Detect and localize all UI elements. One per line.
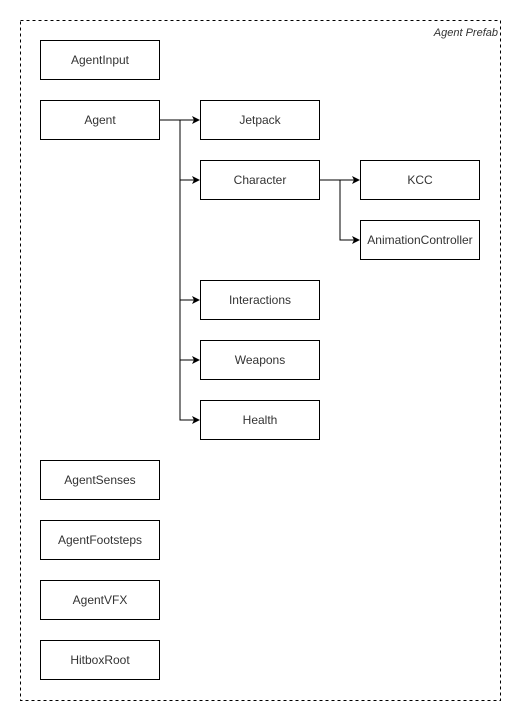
node-interactions[interactable]: Interactions [200, 280, 320, 320]
edge-agent-weapons [179, 300, 200, 364]
node-agent-vfx[interactable]: AgentVFX [40, 580, 160, 620]
node-health[interactable]: Health [200, 400, 320, 440]
node-agent[interactable]: Agent [40, 100, 160, 140]
node-weapons[interactable]: Weapons [200, 340, 320, 380]
node-animation-controller[interactable]: AnimationController [360, 220, 480, 260]
node-character[interactable]: Character [200, 160, 320, 200]
container-label: Agent Prefab [433, 27, 498, 39]
node-agent-footsteps[interactable]: AgentFootsteps [40, 520, 160, 560]
edge-agent-interactions [179, 180, 200, 304]
node-jetpack[interactable]: Jetpack [200, 100, 320, 140]
edge-agent-health [179, 360, 200, 424]
edge-character-animationcontroller [339, 180, 360, 244]
edge-agent-character [179, 120, 200, 184]
node-hitbox-root[interactable]: HitboxRoot [40, 640, 160, 680]
node-agent-senses[interactable]: AgentSenses [40, 460, 160, 500]
node-agent-input[interactable]: AgentInput [40, 40, 160, 80]
node-kcc[interactable]: KCC [360, 160, 480, 200]
